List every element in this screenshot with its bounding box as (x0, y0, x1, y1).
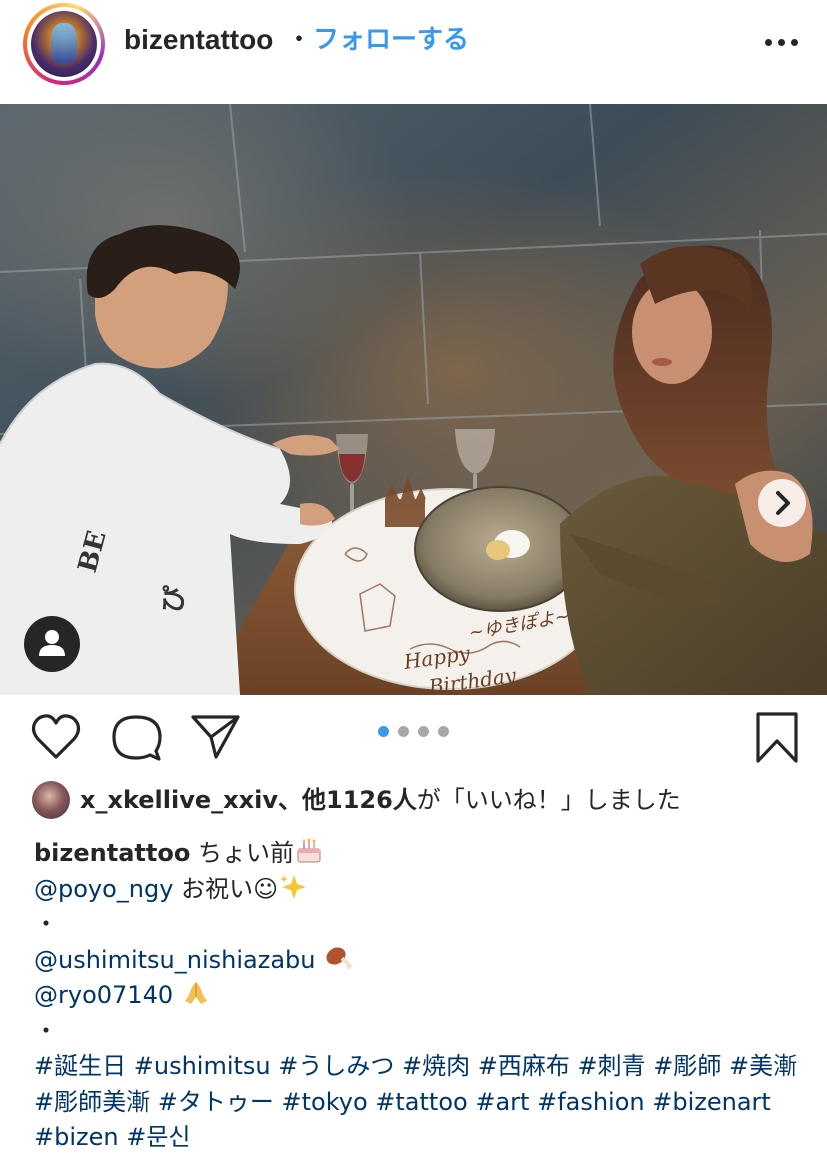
mention-link[interactable]: @ushimitsu_nishiazabu (34, 946, 315, 974)
post-caption: bizentattoo ちょい前 @poyo_ngy お祝い☺ ・ @ushim… (34, 836, 814, 1156)
user-tags-button[interactable] (24, 616, 80, 672)
likes-text: x_xkellive_xxiv、他1126人が「いいね！」しました (80, 783, 681, 817)
more-options-icon[interactable] (756, 24, 806, 60)
hashtag-link[interactable]: #art (475, 1088, 529, 1116)
avatar-image (31, 11, 97, 77)
photo-illustration: ~ゆきぽよ~ Happy Birthday BE ぴ (0, 104, 827, 695)
profile-avatar[interactable] (23, 3, 105, 85)
liker-avatar[interactable] (32, 781, 70, 819)
paper-plane-icon (191, 715, 240, 759)
carousel-dot (378, 726, 389, 737)
hashtag-link[interactable]: #刺青 (578, 1052, 646, 1080)
caption-bullet: ・ (34, 910, 58, 938)
bookmark-icon (756, 712, 798, 763)
hashtag-link[interactable]: #문신 (126, 1123, 190, 1151)
birthday-cake-icon (294, 837, 324, 863)
hashtag-link[interactable]: #彫師美漸 (34, 1088, 150, 1116)
hashtag-list: #誕生日 #ushimitsu #うしみつ #焼肉 #西麻布 #刺青 #彫師 #… (34, 1049, 804, 1156)
meat-on-bone-icon (323, 944, 353, 983)
hashtag-link[interactable]: #tokyo (282, 1088, 368, 1116)
caption-text: ちょい前 (197, 839, 294, 867)
post-photo[interactable]: ~ゆきぽよ~ Happy Birthday BE ぴ (0, 104, 827, 695)
hashtag-link[interactable]: #西麻布 (478, 1052, 570, 1080)
hashtag-link[interactable]: #タトゥー (158, 1088, 274, 1116)
hashtag-link[interactable]: #tattoo (375, 1088, 467, 1116)
avatar-border (27, 7, 101, 81)
save-button[interactable] (754, 711, 800, 765)
hashtag-link[interactable]: #fashion (537, 1088, 645, 1116)
header-separator: ・ (286, 25, 313, 55)
carousel-next-button[interactable] (758, 479, 806, 527)
carousel-dot (398, 726, 409, 737)
svg-text:ぴ: ぴ (157, 584, 191, 615)
carousel-dot (438, 726, 449, 737)
caption-text: お祝い☺ (181, 874, 279, 903)
likes-suffix: が「いいね！」しました (416, 786, 681, 814)
hashtag-link[interactable]: #美漸 (729, 1052, 797, 1080)
post-username[interactable]: bizentattoo (124, 22, 273, 58)
likes-count[interactable]: 、他1126人 (278, 786, 417, 814)
hashtag-link[interactable]: #bizen (34, 1123, 119, 1151)
like-button[interactable] (30, 713, 82, 761)
chevron-right-icon (776, 491, 790, 515)
mention-link[interactable]: @poyo_ngy (34, 875, 173, 903)
caption-bullet: ・ (34, 1016, 58, 1045)
post-header: bizentattoo ・ フォローする (0, 0, 827, 104)
action-bar (0, 695, 827, 775)
mention-link[interactable]: @ryo07140 (34, 981, 173, 1009)
comment-bubble-icon (112, 715, 162, 761)
comment-button[interactable] (110, 713, 162, 763)
hashtag-link[interactable]: #彫師 (653, 1052, 721, 1080)
share-button[interactable] (190, 713, 242, 761)
liker-username[interactable]: x_xkellive_xxiv (80, 786, 278, 814)
folded-hands-icon (181, 979, 211, 1018)
heart-icon (31, 714, 81, 759)
carousel-dot (418, 726, 429, 737)
hashtag-link[interactable]: #ushimitsu (134, 1052, 271, 1080)
sparkles-icon (278, 873, 308, 912)
caption-username[interactable]: bizentattoo (34, 839, 190, 867)
hashtag-link[interactable]: #焼肉 (402, 1052, 470, 1080)
hashtag-link[interactable]: #うしみつ (278, 1052, 394, 1080)
likes-summary: x_xkellive_xxiv、他1126人が「いいね！」しました (0, 775, 827, 825)
follow-button[interactable]: フォローする (313, 22, 469, 58)
person-icon (39, 630, 65, 656)
hashtag-link[interactable]: #bizenart (652, 1088, 771, 1116)
hashtag-link[interactable]: #誕生日 (34, 1052, 126, 1080)
